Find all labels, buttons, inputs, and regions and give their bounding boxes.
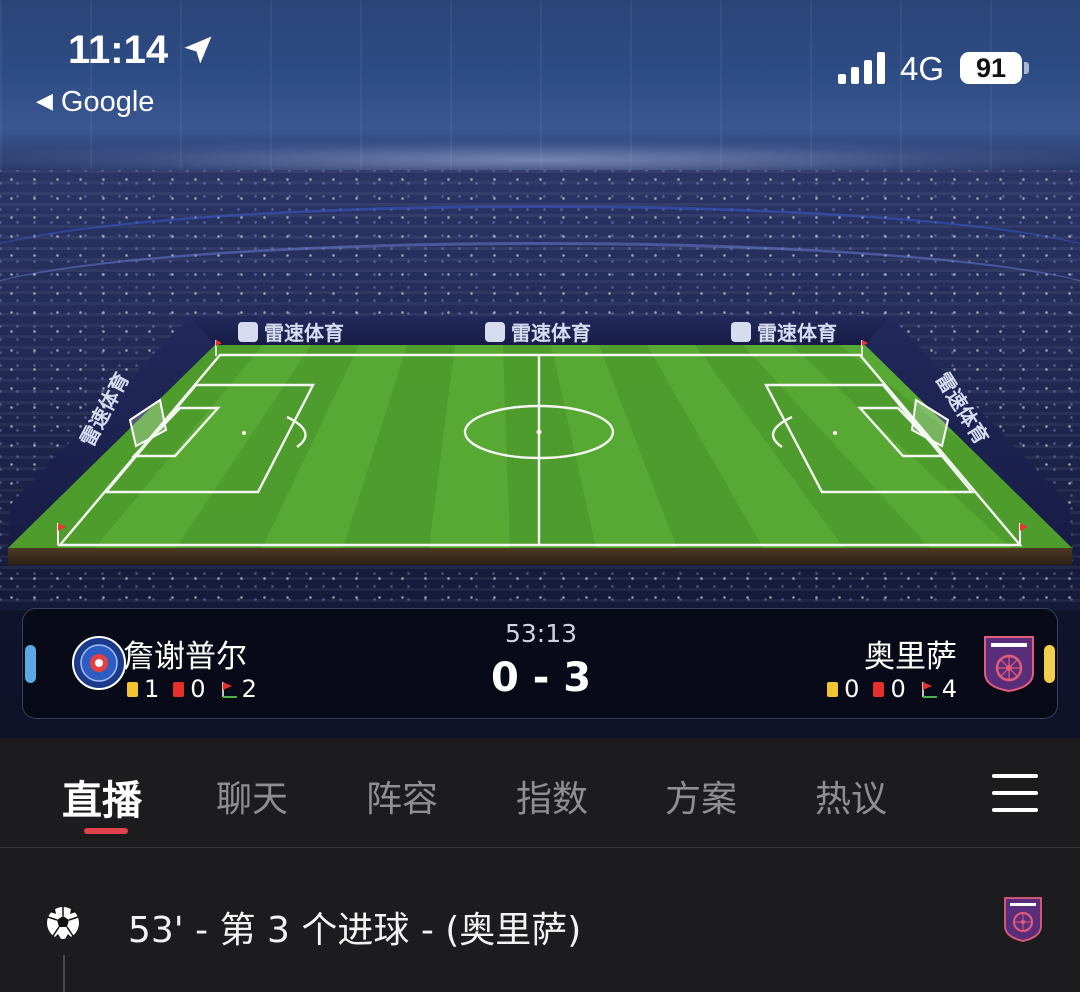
- battery-tip: [1024, 62, 1029, 74]
- ad-board-text: 雷速体育: [757, 321, 837, 345]
- home-corner-count: 2: [241, 675, 257, 703]
- back-label: Google: [60, 86, 155, 118]
- odisha-crest-icon: [1004, 897, 1042, 942]
- away-red-cards: 0: [873, 675, 906, 703]
- goal-event-text: 53' - 第 3 个进球 - (奥里萨): [128, 910, 582, 951]
- tab-discussion[interactable]: 热议: [815, 770, 887, 822]
- away-team-stats: 0 0 4: [813, 675, 957, 703]
- away-red-count: 0: [890, 675, 906, 703]
- corner-flag-icon: [921, 682, 937, 698]
- tab-plans[interactable]: 方案: [665, 770, 737, 822]
- battery-icon: 91: [960, 52, 1022, 84]
- ad-board-text: 雷速体育: [511, 321, 591, 345]
- away-corners: 4: [920, 675, 957, 703]
- corner-flag-icon: [221, 682, 237, 698]
- pitch-soil-edge: [8, 548, 1072, 565]
- match-clock: 53:13: [504, 619, 578, 648]
- home-yellow-count: 1: [144, 675, 160, 703]
- home-yellow-cards: 1: [127, 675, 159, 703]
- yellow-card-icon: [827, 681, 839, 697]
- home-team-name[interactable]: 詹谢普尔: [123, 631, 247, 676]
- timeline-line: [63, 955, 65, 992]
- away-yellow-count: 0: [844, 675, 860, 703]
- home-corners: 2: [220, 675, 257, 703]
- odisha-crest-icon[interactable]: [981, 633, 1037, 693]
- away-team-name[interactable]: 奥里萨: [864, 631, 957, 676]
- network-type: 4G: [900, 50, 945, 87]
- home-team-stats: 1 0 2: [127, 675, 271, 703]
- ad-board-text: 雷速体育: [264, 321, 344, 345]
- tab-chat[interactable]: 聊天: [216, 770, 288, 822]
- ad-board-logo: 雷速体育: [485, 321, 591, 345]
- scoreboard-card[interactable]: 詹谢普尔 1 0 2 53:13 0 - 3 奥里萨 0 0 4: [22, 608, 1058, 719]
- jamshedpur-crest-icon[interactable]: [71, 633, 127, 693]
- match-tabs: 直播 聊天 阵容 指数 方案 热议: [0, 738, 1080, 848]
- active-tab-indicator: [84, 828, 128, 834]
- location-arrow-icon: [184, 36, 212, 64]
- away-yellow-cards: 0: [827, 675, 859, 703]
- red-card-icon: [173, 681, 185, 697]
- back-triangle-icon: ◀: [36, 88, 53, 113]
- red-card-icon: [873, 681, 885, 697]
- ad-board-logo: 雷速体育: [238, 321, 344, 345]
- tab-odds[interactable]: 指数: [516, 770, 588, 822]
- yellow-card-icon: [127, 681, 138, 697]
- home-red-cards: 0: [173, 675, 206, 703]
- match-score: 0 - 3: [490, 655, 592, 701]
- status-bar: 11:14 ◀ Google 4G 91: [0, 0, 1080, 130]
- status-time: 11:14: [68, 28, 169, 72]
- ad-board-logo: 雷速体育: [731, 321, 837, 345]
- home-red-count: 0: [190, 675, 206, 703]
- home-team-color-bar: [25, 645, 36, 683]
- soccer-ball-icon: [47, 907, 79, 939]
- signal-bars-icon: [838, 52, 885, 84]
- back-to-google-button[interactable]: ◀ Google: [36, 86, 154, 119]
- away-team-color-bar: [1044, 645, 1055, 683]
- hamburger-menu-icon[interactable]: [992, 774, 1040, 814]
- tab-live[interactable]: 直播: [62, 768, 142, 826]
- live-event-feed: 53' - 第 3 个进球 - (奥里萨): [0, 849, 1080, 992]
- away-corner-count: 4: [941, 675, 957, 703]
- tab-lineup[interactable]: 阵容: [366, 770, 438, 822]
